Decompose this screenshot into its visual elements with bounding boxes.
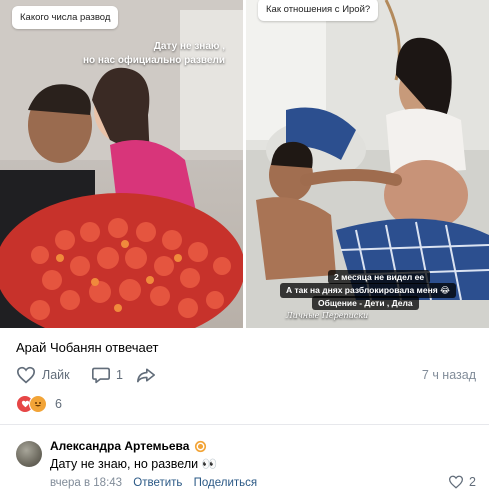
overlay-line-1: Дату не знаю , [153, 41, 225, 52]
photo-left[interactable]: Какого числа развод Дату не знаю , но на… [0, 0, 243, 328]
post-actions: Лайк 1 7 ч назад [16, 366, 476, 386]
heart-outline-icon [16, 366, 36, 384]
story-question-bubble: Как отношения с Ирой? [258, 0, 379, 21]
post-author-line: Арай Чобанян отвечает [16, 340, 159, 355]
caption-3: Общение - Дети , Дела [312, 296, 419, 310]
share-link[interactable]: Поделиться [194, 477, 258, 489]
story-question-bubble: Какого числа развод [12, 6, 119, 29]
comments-divider [0, 424, 489, 425]
watermark: Личные Переписки [286, 311, 369, 320]
overlay-line-2: но нас официально развели [83, 55, 225, 66]
comment-like-button[interactable]: 2 [448, 475, 476, 489]
avatar[interactable] [16, 441, 42, 467]
heart-outline-icon [449, 475, 464, 489]
reply-link[interactable]: Ответить [133, 477, 182, 489]
award-icon [194, 440, 207, 453]
reactions-summary[interactable]: 6 [16, 395, 62, 413]
comment-time[interactable]: вчера в 18:43 [50, 477, 122, 489]
like-label: Лайк [42, 368, 70, 382]
comment-author[interactable]: Александра Артемьева [50, 439, 189, 453]
laughing-reaction-icon [29, 395, 47, 413]
reactions-count: 6 [55, 397, 62, 411]
photo-overlay-text: Дату не знаю , но нас официально развели [83, 40, 225, 68]
photo-right[interactable]: Как отношения с Ирой? 2 месяца не видел … [246, 0, 489, 328]
comment-icon [92, 367, 110, 384]
post-time: 7 ч назад [421, 368, 476, 382]
comment-like-count: 2 [469, 475, 476, 489]
comment-count: 1 [116, 368, 123, 382]
comment-author-row: Александра Артемьева [50, 439, 207, 453]
caption-1: 2 месяца не видел ее [328, 270, 431, 284]
share-icon [137, 368, 155, 383]
comment-meta: вчера в 18:43 Ответить Поделиться [50, 477, 257, 489]
share-button[interactable] [136, 366, 156, 384]
comment-text: Дату не знаю, но развели 👀 [50, 457, 218, 471]
comment-button[interactable]: 1 [91, 366, 123, 384]
like-button[interactable]: Лайк [16, 366, 70, 384]
post-photos: Какого числа развод Дату не знаю , но на… [0, 0, 489, 328]
